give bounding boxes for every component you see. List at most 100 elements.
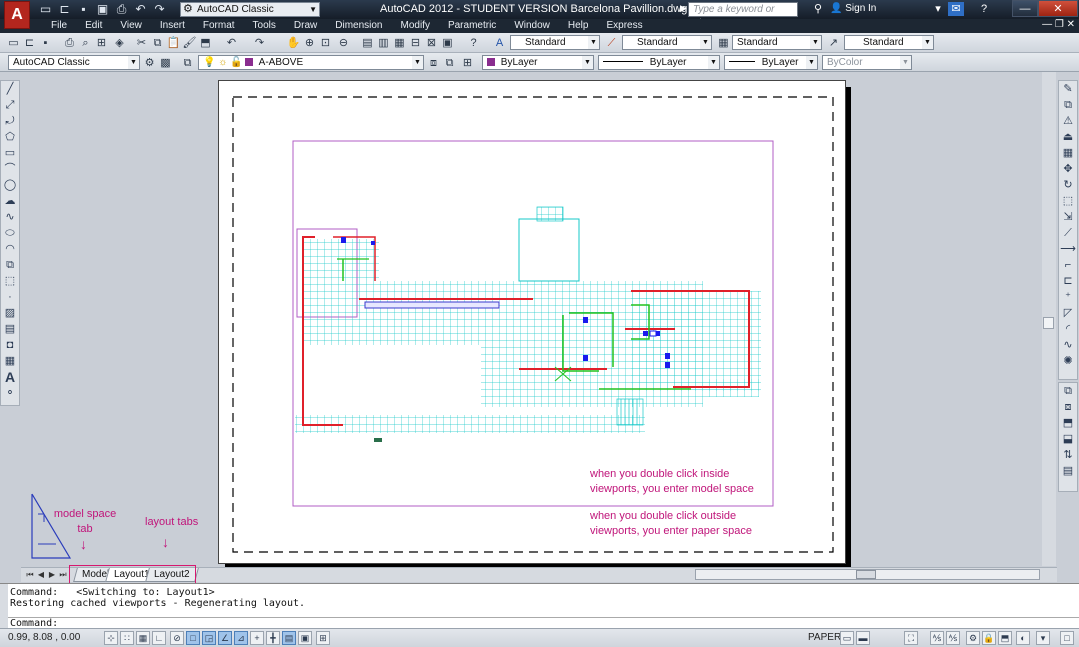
menu-item-modify[interactable]: Modify bbox=[392, 20, 439, 32]
join-icon[interactable]: ⁺ bbox=[1059, 289, 1077, 305]
menu-item-edit[interactable]: Edit bbox=[76, 20, 111, 32]
polygon-icon[interactable]: ⬠ bbox=[1, 129, 19, 145]
save-file-icon[interactable]: ▪ bbox=[38, 36, 53, 50]
chamfer-icon[interactable]: ◸ bbox=[1059, 305, 1077, 321]
multileader-style-select[interactable]: Standard ▼ bbox=[844, 35, 934, 50]
help-icon[interactable]: ? bbox=[976, 2, 992, 16]
circle-icon[interactable]: ◯ bbox=[1, 177, 19, 193]
construction-line-icon[interactable]: ⤢ bbox=[1, 97, 19, 113]
isolate-objects-icon[interactable]: ◐ bbox=[1016, 631, 1030, 645]
status-menu-icon[interactable]: ▾ bbox=[1036, 631, 1050, 645]
sheet-set-icon[interactable]: ⊟ bbox=[408, 36, 423, 50]
menu-item-tools[interactable]: Tools bbox=[244, 20, 285, 32]
coordinate-readout[interactable]: 0.99, 8.08 , 0.00 bbox=[8, 632, 80, 643]
text-to-front-icon[interactable]: ⇅ bbox=[1059, 447, 1077, 463]
publish-icon[interactable]: ⊞ bbox=[94, 36, 109, 50]
menu-item-express[interactable]: Express bbox=[597, 20, 651, 32]
new-file-icon[interactable]: ▭ bbox=[6, 36, 21, 50]
open-file-icon[interactable]: ⊏ bbox=[22, 36, 37, 50]
save-icon[interactable]: ▪ bbox=[76, 2, 91, 16]
layer-select[interactable]: 💡 ☼ 🔓 A-ABOVE ▼ bbox=[198, 55, 424, 70]
make-block-icon[interactable]: ⬚ bbox=[1, 273, 19, 289]
object-snap-icon[interactable]: □ bbox=[186, 631, 200, 645]
pan-icon[interactable]: ✋ bbox=[286, 36, 301, 50]
break-icon[interactable]: ⊏ bbox=[1059, 273, 1077, 289]
polyline-icon[interactable]: ⤾ bbox=[1, 113, 19, 129]
table-style-icon[interactable]: ▦ bbox=[716, 36, 731, 50]
offset-icon[interactable]: ⏏ bbox=[1059, 129, 1077, 145]
quick-view-layouts-icon[interactable]: ▭ bbox=[840, 631, 854, 645]
zoom-window-icon[interactable]: ⊡ bbox=[318, 36, 333, 50]
binoculars-icon[interactable]: ⚲ bbox=[810, 2, 826, 16]
polar-tracking-icon[interactable]: ⊘ bbox=[170, 631, 184, 645]
multileader-style-icon[interactable]: ↗ bbox=[826, 36, 841, 50]
infer-constraints-icon[interactable]: ⊹ bbox=[104, 631, 118, 645]
application-menu-button[interactable]: A bbox=[4, 1, 30, 29]
menu-item-insert[interactable]: Insert bbox=[151, 20, 194, 32]
gradient-icon[interactable]: ▤ bbox=[1, 321, 19, 337]
hardware-acceleration-icon[interactable]: ⬒ bbox=[998, 631, 1012, 645]
multiline-text-icon[interactable]: A bbox=[1, 369, 19, 385]
explode-icon[interactable]: ✺ bbox=[1059, 353, 1077, 369]
first-tab-icon[interactable]: ⏮ bbox=[25, 569, 35, 581]
object-snap-tracking-icon[interactable]: ∠ bbox=[218, 631, 232, 645]
extend-icon[interactable]: ⟶ bbox=[1059, 241, 1077, 257]
annotation-scale-icon[interactable]: ⅍ bbox=[930, 631, 944, 645]
paper-model-toggle[interactable]: PAPER bbox=[808, 632, 841, 643]
close-button[interactable]: ✕ bbox=[1038, 0, 1078, 17]
annotation-visibility-icon[interactable]: ⅍ bbox=[946, 631, 960, 645]
trim-icon[interactable]: ⟋ bbox=[1059, 225, 1077, 241]
grid-display-icon[interactable]: ▦ bbox=[136, 631, 150, 645]
menu-item-window[interactable]: Window bbox=[505, 20, 559, 32]
arc-icon[interactable]: ⌒ bbox=[1, 161, 19, 177]
sign-in-link[interactable]: 👤 Sign In bbox=[830, 3, 876, 14]
send-to-back-icon[interactable]: ⧈ bbox=[1059, 399, 1077, 415]
cut-icon[interactable]: ✂ bbox=[134, 36, 149, 50]
menu-item-parametric[interactable]: Parametric bbox=[439, 20, 505, 32]
add-selected-icon[interactable]: ⚬ bbox=[1, 385, 19, 401]
dynamic-ucs-icon[interactable]: ⊿ bbox=[234, 631, 248, 645]
tool-palettes-icon[interactable]: ▦ bbox=[392, 36, 407, 50]
block-editor-icon[interactable]: ⬒ bbox=[198, 36, 213, 50]
last-tab-icon[interactable]: ⏭ bbox=[58, 569, 68, 581]
toolbar-lock-icon[interactable]: 🔒 bbox=[982, 631, 996, 645]
layer-properties-icon[interactable]: ⧉ bbox=[180, 56, 195, 70]
exchange-icon[interactable]: ▾ bbox=[930, 2, 946, 16]
ellipse-icon[interactable]: ⬭ bbox=[1, 225, 19, 241]
minimize-button[interactable]: — bbox=[1012, 0, 1038, 17]
make-current-layer-icon[interactable]: ⧈ bbox=[426, 56, 441, 70]
next-tab-icon[interactable]: ▶ bbox=[47, 569, 57, 581]
workspace-select[interactable]: ⚙ AutoCAD Classic ▼ bbox=[180, 2, 320, 17]
insert-block-icon[interactable]: ⧉ bbox=[1, 257, 19, 273]
table-icon[interactable]: ▦ bbox=[1, 353, 19, 369]
3d-dwf-icon[interactable]: ◈ bbox=[112, 36, 127, 50]
hatch-icon[interactable]: ▨ bbox=[1, 305, 19, 321]
linetype-select[interactable]: ByLayer ▼ bbox=[598, 55, 720, 70]
customize-icon[interactable]: ▩ bbox=[158, 56, 173, 70]
table-style-select[interactable]: Standard ▼ bbox=[732, 35, 822, 50]
menu-item-dimension[interactable]: Dimension bbox=[326, 20, 391, 32]
properties-icon[interactable]: ▤ bbox=[360, 36, 375, 50]
quick-view-drawings-icon[interactable]: ▬ bbox=[856, 631, 870, 645]
spline-icon[interactable]: ∿ bbox=[1, 209, 19, 225]
workspace-combo[interactable]: AutoCAD Classic ▼ bbox=[8, 55, 140, 70]
menu-item-draw[interactable]: Draw bbox=[285, 20, 326, 32]
selection-cycling-icon[interactable]: ⊞ bbox=[316, 631, 330, 645]
rectangle-icon[interactable]: ▭ bbox=[1, 145, 19, 161]
communication-center-icon[interactable]: ✉ bbox=[948, 2, 964, 16]
color-select[interactable]: ByLayer ▼ bbox=[482, 55, 594, 70]
bring-above-icon[interactable]: ⬒ bbox=[1059, 415, 1077, 431]
line-icon[interactable]: ╱ bbox=[1, 81, 19, 97]
save-as-icon[interactable]: ▣ bbox=[95, 2, 110, 16]
fillet-icon[interactable]: ◜ bbox=[1059, 321, 1077, 337]
quick-properties-icon[interactable]: ▣ bbox=[298, 631, 312, 645]
calculator-icon[interactable]: ▣ bbox=[440, 36, 455, 50]
help-toolbar-icon[interactable]: ? bbox=[466, 36, 481, 50]
text-style-select[interactable]: Standard ▼ bbox=[510, 35, 600, 50]
erase-icon[interactable]: ✎ bbox=[1059, 81, 1077, 97]
text-style-icon[interactable]: A bbox=[492, 36, 507, 50]
previous-tab-icon[interactable]: ◀ bbox=[36, 569, 46, 581]
zoom-realtime-icon[interactable]: ⊕ bbox=[302, 36, 317, 50]
point-icon[interactable]: · bbox=[1, 289, 19, 305]
redo-icon[interactable]: ↷ bbox=[152, 2, 167, 16]
